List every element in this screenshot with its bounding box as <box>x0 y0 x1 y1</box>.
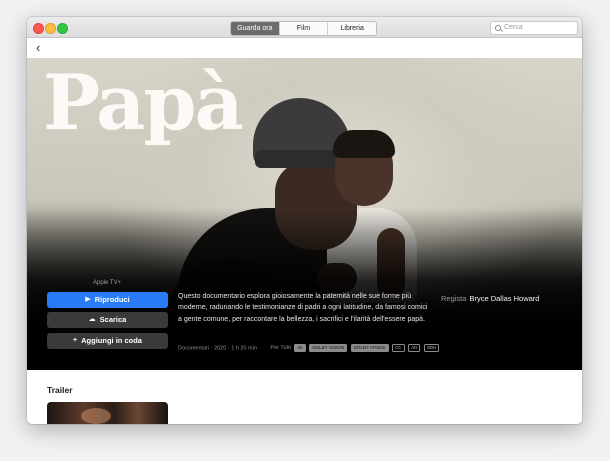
download-button-label: Scarica <box>99 315 127 324</box>
plus-icon: + <box>73 337 78 344</box>
badge-4k: 4K <box>294 344 306 352</box>
tab-movies[interactable]: Film <box>280 22 329 35</box>
app-window: Guarda ora Film Libreria Cerca ‹ Papà Ap… <box>27 17 582 424</box>
movie-meta-row: Documentari · 2020 · 1 h 20 min Per Tutt… <box>178 344 440 352</box>
movie-description: Questo documentario esplora gioiosamente… <box>178 293 428 323</box>
add-to-queue-label: Aggiungi in coda <box>81 336 142 345</box>
play-icon: ▶ <box>85 296 91 303</box>
badge-sdh: SDH <box>423 344 440 352</box>
add-to-queue-button[interactable]: + Aggiungi in coda <box>47 333 168 349</box>
view-segmented-control: Guarda ora Film Libreria <box>230 21 377 36</box>
search-icon <box>495 25 501 31</box>
play-button[interactable]: ▶ Riproduci <box>47 292 168 308</box>
movie-title-art: Papà <box>43 58 244 147</box>
hero-banner: Papà Apple TV+ ▶ Riproduci ☁ Scarica + Aggi… <box>27 58 582 370</box>
age-rating: Per Tutti <box>270 345 291 352</box>
badge-cc: CC <box>392 344 405 352</box>
search-field[interactable]: Cerca <box>490 21 578 35</box>
badge-ad: AD <box>408 344 421 352</box>
search-placeholder: Cerca <box>504 24 523 31</box>
hero-image-child-hair <box>333 130 395 158</box>
tab-library[interactable]: Libreria <box>328 22 376 35</box>
play-button-label: Riproduci <box>94 295 130 304</box>
provider-label: Apple TV+ <box>93 280 122 286</box>
close-window-button[interactable] <box>33 23 44 34</box>
minimize-window-button[interactable] <box>45 23 56 34</box>
trailer-thumbnail-highlight <box>81 408 111 424</box>
trailer-thumbnail[interactable] <box>47 402 168 424</box>
download-button[interactable]: ☁ Scarica <box>47 312 168 328</box>
genre-year-duration: Documentari · 2020 · 1 h 20 min <box>178 345 257 352</box>
trailer-section-title: Trailer <box>47 385 73 395</box>
navigation-bar: ‹ <box>27 38 582 58</box>
badge-dolby-vision: DOLBY VISION <box>309 344 348 352</box>
director-label: Regista <box>441 294 467 303</box>
zoom-window-button[interactable] <box>57 23 68 34</box>
cloud-download-icon: ☁ <box>88 316 96 323</box>
director-name[interactable]: Bryce Dallas Howard <box>469 294 539 303</box>
badge-dolby-atmos: DOLBY ATMOS <box>350 344 389 352</box>
tab-watch-now[interactable]: Guarda ora <box>231 22 280 35</box>
chevron-left-icon[interactable]: ‹ <box>36 40 40 56</box>
title-bar: Guarda ora Film Libreria Cerca <box>27 17 582 38</box>
director-credit: Regista Bryce Dallas Howard <box>441 294 539 303</box>
